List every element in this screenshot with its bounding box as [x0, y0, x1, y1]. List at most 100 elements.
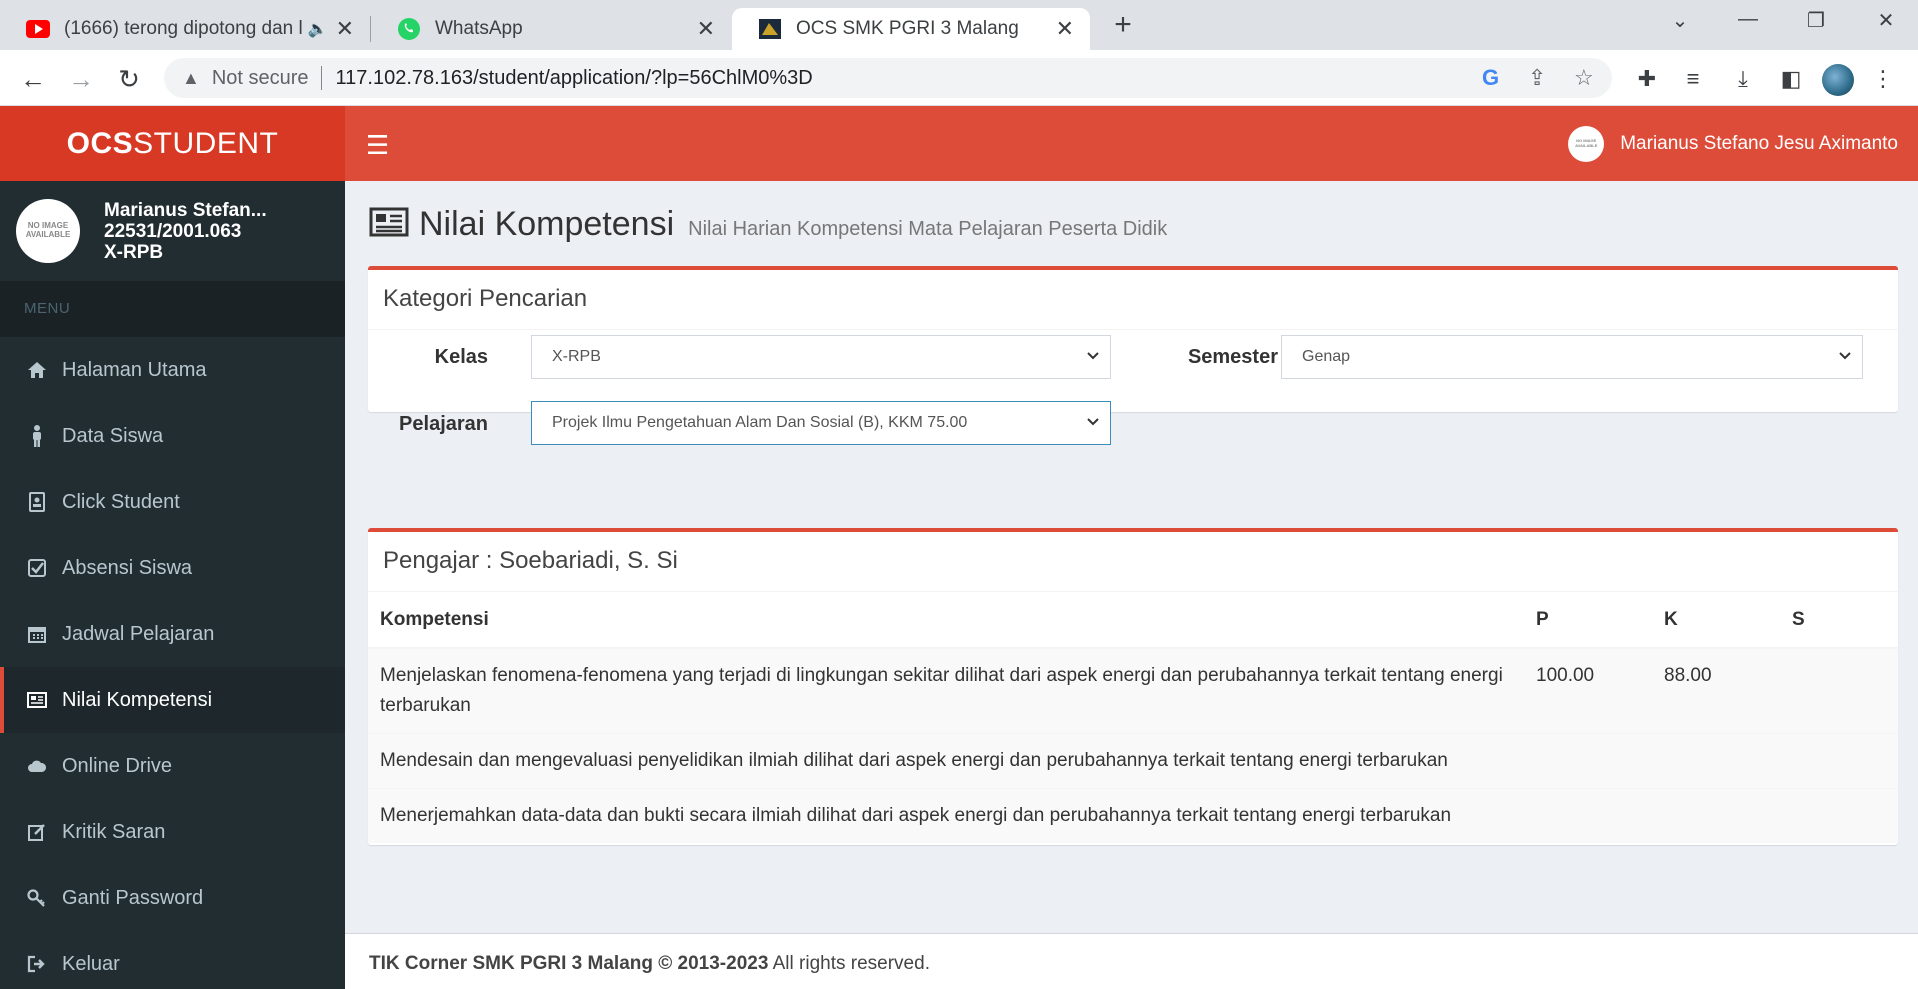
s-cell [1780, 647, 1898, 734]
reload-icon[interactable]: ↻ [112, 62, 146, 96]
pelajaran-select[interactable]: Projek Ilmu Pengetahuan Alam Dan Sosial … [531, 401, 1111, 445]
cloud-icon [26, 755, 48, 777]
column-header-k: K [1652, 592, 1780, 649]
sidebar-item-label: Data Siswa [62, 424, 164, 447]
footer-rights: All rights reserved. [768, 953, 930, 974]
ocs-favicon [758, 17, 782, 41]
kompetensi-cell: Menjelaskan fenomena-fenomena yang terja… [368, 647, 1524, 734]
column-header-kompetensi: Kompetensi [368, 592, 1524, 649]
pelajaran-selected-value: Projek Ilmu Pengetahuan Alam Dan Sosial … [552, 414, 968, 431]
close-window-button[interactable]: ✕ [1866, 8, 1906, 38]
sidebar-item-label: Online Drive [62, 754, 173, 777]
pelajaran-label: Pelajaran [399, 413, 488, 435]
sidebar-item-nilai-kompetensi[interactable]: Nilai Kompetensi [0, 667, 345, 733]
sidebar-item-ganti-password[interactable]: Ganti Password [0, 865, 345, 931]
sidebar-item-kritik-saran[interactable]: Kritik Saran [0, 799, 345, 865]
sidebar-item-label: Jadwal Pelajaran [62, 622, 215, 645]
google-lens-icon[interactable]: G [1482, 58, 1499, 98]
header-user-name[interactable]: Marianus Stefano Jesu Aximanto [1620, 133, 1898, 155]
warning-triangle-icon[interactable]: ▲ [182, 68, 200, 89]
sidebar-item-label: Nilai Kompetensi [62, 688, 213, 711]
download-icon[interactable]: ⤓ [1726, 62, 1760, 96]
url-text[interactable]: 117.102.78.163/student/application/?lp=5… [336, 67, 813, 90]
page-title: Nilai Kompetensi Nilai Harian Kompetensi… [369, 205, 1167, 244]
sidebar-item-keluar[interactable]: Keluar [0, 931, 345, 989]
forward-arrow-icon[interactable]: → [64, 62, 98, 96]
kelas-selected-value: X-RPB [552, 348, 601, 365]
browser-tab-ocs[interactable]: OCS SMK PGRI 3 Malang ✕ [732, 8, 1090, 50]
table-row: Mendesain dan mengevaluasi penyelidikan … [368, 733, 1898, 789]
table-row: Menjelaskan fenomena-fenomena yang terja… [368, 647, 1898, 734]
sidebar-item-label: Kritik Saran [62, 820, 166, 843]
youtube-icon [26, 17, 50, 41]
table-header-row: Kompetensi P K S [368, 592, 1898, 649]
sidebar-item-label: Click Student [62, 490, 180, 513]
avatar: NO IMAGE AVAILABLE [16, 199, 80, 263]
search-box-title: Kategori Pencarian [368, 270, 1898, 330]
column-header-p: P [1524, 592, 1652, 649]
tab-title: WhatsApp [435, 18, 523, 39]
address-bar[interactable]: ▲ Not secure 117.102.78.163/student/appl… [164, 58, 1612, 98]
sign-out-icon [26, 953, 48, 975]
minimize-button[interactable]: — [1728, 8, 1768, 38]
menu-header: MENU [0, 281, 345, 337]
media-queue-icon[interactable]: ≡ [1676, 62, 1710, 96]
sidebar-item-label: Keluar [62, 952, 120, 975]
page-heading: Nilai Kompetensi [419, 205, 675, 243]
footer: TIK Corner SMK PGRI 3 Malang © 2013-2023… [345, 933, 1918, 989]
new-tab-button[interactable]: + [1106, 8, 1140, 42]
whatsapp-icon [397, 17, 421, 41]
check-square-icon [26, 557, 48, 579]
p-cell [1524, 733, 1652, 789]
sidebar-item-online-drive[interactable]: Online Drive [0, 733, 345, 799]
extensions-puzzle-icon[interactable]: ✚ [1630, 62, 1664, 96]
semester-selected-value: Genap [1302, 348, 1351, 365]
sidebar-item-data-siswa[interactable]: Data Siswa [0, 403, 345, 469]
sidebar-toggle-icon[interactable]: ☰ [366, 130, 389, 161]
k-cell: 88.00 [1652, 647, 1780, 734]
browser-tab-youtube[interactable]: (1666) terong dipotong dan l 🔈 ✕ [0, 8, 370, 50]
chevron-down-icon [1838, 336, 1852, 395]
sidebar-item-click-student[interactable]: Click Student [0, 469, 345, 535]
kebab-menu-icon[interactable]: ⋮ [1866, 62, 1900, 96]
close-tab-icon[interactable]: ✕ [336, 16, 354, 42]
calendar-icon [26, 623, 48, 645]
newspaper-icon [26, 689, 48, 711]
newspaper-icon [369, 207, 409, 242]
back-arrow-icon[interactable]: ← [16, 62, 50, 96]
avatar: NO IMAGE AVAILABLE [1568, 125, 1605, 162]
table-row: Menerjemahkan data-data dan bukti secara… [368, 788, 1898, 843]
kompetensi-cell: Menerjemahkan data-data dan bukti secara… [368, 788, 1524, 843]
s-cell [1780, 788, 1898, 843]
profile-avatar[interactable] [1822, 64, 1854, 96]
column-header-s: S [1780, 592, 1898, 649]
close-tab-icon[interactable]: ✕ [697, 16, 715, 42]
k-cell [1652, 733, 1780, 789]
kelas-label: Kelas [434, 346, 488, 368]
sidebar-item-absensi-siswa[interactable]: Absensi Siswa [0, 535, 345, 601]
app-logo[interactable]: OCSSTUDENT [0, 106, 345, 181]
sidebar-item-halaman-utama[interactable]: Halaman Utama [0, 337, 345, 403]
user-menu[interactable]: NO IMAGE AVAILABLE Marianus Stefano Jesu… [1568, 106, 1898, 181]
kelas-select[interactable]: X-RPB [531, 335, 1111, 379]
kompetensi-cell: Mendesain dan mengevaluasi penyelidikan … [368, 733, 1524, 789]
search-box: Kategori Pencarian Kelas X-RPB Semester … [368, 266, 1898, 445]
sidebar-item-jadwal-pelajaran[interactable]: Jadwal Pelajaran [0, 601, 345, 667]
footer-copyright: TIK Corner SMK PGRI 3 Malang © 2013-2023 [369, 953, 769, 974]
kompetensi-table: Kompetensi P K S Menjelaskan fenomena-fe… [368, 592, 1898, 843]
speaker-icon[interactable]: 🔈 [308, 19, 328, 39]
restore-button[interactable]: ❐ [1796, 8, 1836, 38]
close-tab-icon[interactable]: ✕ [1056, 16, 1074, 42]
browser-tab-whatsapp[interactable]: WhatsApp ✕ [371, 8, 731, 50]
semester-select[interactable]: Genap [1281, 335, 1863, 379]
side-panel-icon[interactable]: ◧ [1774, 62, 1808, 96]
security-label[interactable]: Not secure [212, 67, 309, 90]
p-cell [1524, 788, 1652, 843]
semester-label: Semester [1187, 346, 1278, 368]
user-panel: NO IMAGE AVAILABLE Marianus Stefan... 22… [0, 181, 345, 281]
share-icon[interactable]: ⇪ [1528, 58, 1546, 98]
tab-search-chevron-icon[interactable]: ⌄ [1660, 8, 1700, 38]
sidebar-user-nis: 22531/2001.063 [104, 220, 242, 242]
bookmark-star-icon[interactable]: ☆ [1574, 58, 1594, 98]
chevron-down-icon [1086, 402, 1100, 461]
